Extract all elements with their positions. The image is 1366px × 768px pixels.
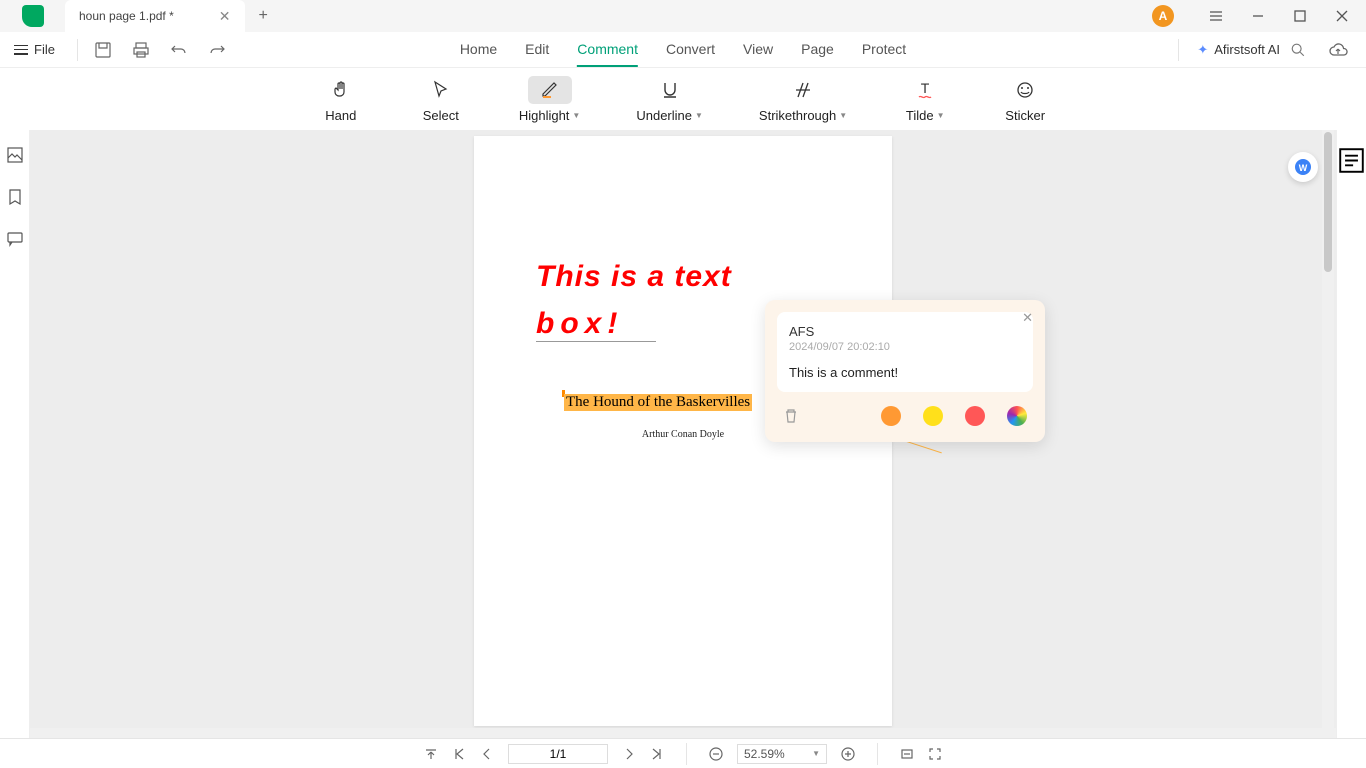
first-page-icon[interactable] — [452, 747, 466, 761]
last-page-icon[interactable] — [650, 747, 664, 761]
divider — [877, 743, 878, 765]
zoom-out-icon[interactable] — [709, 747, 723, 761]
chevron-down-icon: ▼ — [937, 111, 945, 120]
tilde-icon: T — [915, 80, 935, 100]
hand-icon — [331, 80, 351, 100]
chevron-down-icon: ▼ — [812, 749, 820, 758]
comment-timestamp: 2024/09/07 20:02:10 — [789, 341, 1021, 353]
scroll-top-icon[interactable] — [424, 747, 438, 761]
menu-page[interactable]: Page — [801, 33, 834, 67]
divider — [1178, 39, 1179, 61]
textbox-line1: This is a text — [536, 254, 732, 301]
vertical-scrollbar[interactable] — [1322, 130, 1334, 738]
comment-popup: ✕ AFS 2024/09/07 20:02:10 This is a comm… — [765, 300, 1045, 442]
svg-text:W: W — [1299, 163, 1308, 173]
tool-select[interactable]: Select — [409, 72, 473, 127]
tab-title: houn page 1.pdf * — [79, 9, 174, 23]
menu-convert[interactable]: Convert — [666, 33, 715, 67]
menu-edit[interactable]: Edit — [525, 33, 549, 67]
zoom-in-icon[interactable] — [841, 747, 855, 761]
app-logo[interactable] — [0, 5, 65, 27]
chevron-down-icon: ▼ — [839, 111, 847, 120]
comment-author: AFS — [789, 324, 1021, 339]
search-icon[interactable] — [1290, 42, 1306, 58]
file-menu[interactable]: File — [0, 42, 69, 57]
translate-button[interactable]: W — [1288, 152, 1318, 182]
canvas[interactable]: This is a text box! The Hound of the Bas… — [30, 130, 1336, 738]
comments-panel-icon[interactable] — [6, 230, 24, 248]
fit-page-icon[interactable] — [928, 747, 942, 761]
maximize-icon[interactable] — [1280, 0, 1320, 32]
minimize-icon[interactable] — [1238, 0, 1278, 32]
thumbnails-icon[interactable] — [6, 146, 24, 164]
close-icon[interactable]: ✕ — [1022, 310, 1033, 326]
chevron-down-icon: ▼ — [695, 111, 703, 120]
zoom-value: 52.59% — [744, 747, 785, 761]
close-icon[interactable] — [1322, 0, 1362, 32]
file-row: File Home Edit Comment Convert View Page Prote… — [0, 32, 1366, 68]
right-rail — [1336, 130, 1366, 738]
tool-underline[interactable]: Underline▼ — [626, 72, 713, 127]
tool-sticker[interactable]: Sticker — [993, 72, 1057, 127]
left-rail — [0, 130, 30, 738]
user-avatar[interactable]: A — [1152, 5, 1174, 27]
fit-width-icon[interactable] — [900, 747, 914, 761]
menu-protect[interactable]: Protect — [862, 33, 906, 67]
save-icon[interactable] — [94, 41, 112, 59]
comment-toolbar: Hand Select Highlight▼ Underline▼ Strikethro… — [0, 68, 1366, 130]
text-annotation[interactable]: This is a text box! — [536, 254, 732, 347]
next-page-icon[interactable] — [622, 747, 636, 761]
status-bar: 52.59% ▼ — [0, 738, 1366, 768]
main-menu: Home Edit Comment Convert View Page Protect — [460, 33, 906, 67]
sparkle-icon: ✦ — [1197, 42, 1208, 58]
svg-text:T: T — [921, 80, 930, 96]
print-icon[interactable] — [132, 41, 150, 59]
color-picker-icon[interactable] — [1007, 406, 1027, 426]
cursor-icon — [431, 80, 451, 100]
workspace: This is a text box! The Hound of the Bas… — [0, 130, 1366, 738]
zoom-select[interactable]: 52.59% ▼ — [737, 744, 827, 764]
comment-card[interactable]: AFS 2024/09/07 20:02:10 This is a commen… — [777, 312, 1033, 392]
hamburger-icon — [14, 45, 28, 55]
undo-icon[interactable] — [170, 41, 188, 59]
comment-color-row — [777, 392, 1033, 430]
cloud-upload-icon[interactable] — [1328, 43, 1348, 57]
menu-comment[interactable]: Comment — [577, 33, 638, 67]
chevron-down-icon: ▼ — [572, 111, 580, 120]
strikethrough-icon — [793, 80, 813, 100]
comment-body: This is a comment! — [789, 365, 1021, 380]
properties-icon[interactable] — [1337, 146, 1366, 175]
new-tab-button[interactable]: + — [245, 7, 282, 25]
underline-icon — [660, 80, 680, 100]
delete-icon[interactable] — [783, 408, 799, 424]
ai-button[interactable]: ✦ Afirstsoft AI — [1197, 42, 1280, 58]
redo-icon[interactable] — [208, 41, 226, 59]
bookmark-icon[interactable] — [6, 188, 24, 206]
titlebar: houn page 1.pdf * ✕ + A — [0, 0, 1366, 32]
tool-strikethrough[interactable]: Strikethrough▼ — [749, 72, 857, 127]
highlight-icon — [540, 80, 560, 100]
menu-home[interactable]: Home — [460, 33, 497, 67]
sticker-icon — [1015, 80, 1035, 100]
tab-close-icon[interactable]: ✕ — [219, 8, 231, 25]
tool-tilde[interactable]: TTilde▼ — [893, 72, 957, 127]
menu-view[interactable]: View — [743, 33, 773, 67]
prev-page-icon[interactable] — [480, 747, 494, 761]
file-label: File — [34, 42, 55, 57]
color-swatch-red[interactable] — [965, 406, 985, 426]
document-tab[interactable]: houn page 1.pdf * ✕ — [65, 0, 245, 32]
divider — [686, 743, 687, 765]
document-title-highlighted[interactable]: The Hound of the Baskervilles — [564, 394, 752, 411]
tool-hand[interactable]: Hand — [309, 72, 373, 127]
horizontal-scrollbar[interactable] — [30, 728, 1336, 738]
tool-highlight[interactable]: Highlight▼ — [509, 72, 591, 127]
textbox-underline — [536, 341, 656, 342]
app-menu-icon[interactable] — [1196, 0, 1236, 32]
ai-label-text: Afirstsoft AI — [1214, 42, 1280, 57]
page-input[interactable] — [508, 744, 608, 764]
color-swatch-orange[interactable] — [881, 406, 901, 426]
color-swatch-yellow[interactable] — [923, 406, 943, 426]
divider — [77, 39, 78, 61]
